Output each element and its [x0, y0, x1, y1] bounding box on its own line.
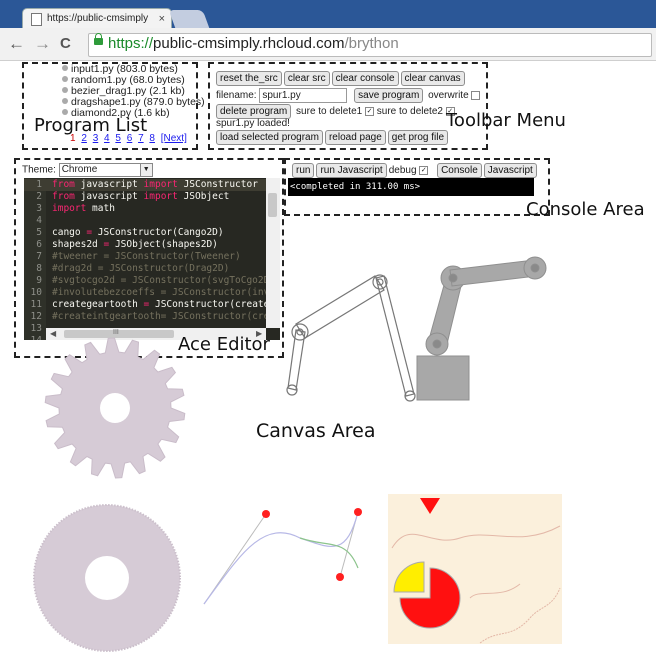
- sure-delete1-label: sure to delete1: [296, 106, 363, 117]
- linkage-outline: [286, 274, 416, 402]
- code-line[interactable]: 2 from javascript import JSObject: [24, 191, 280, 203]
- page-link[interactable]: 3: [93, 133, 99, 144]
- bullet-icon: [62, 98, 68, 104]
- code-line[interactable]: 4: [24, 215, 280, 227]
- tab-title: https://public-cmsimply: [47, 13, 149, 24]
- forward-icon[interactable]: →: [34, 33, 51, 55]
- dragshape-panel: [388, 494, 562, 644]
- toolbar-row-1: reset the_src clear src clear console clear…: [216, 71, 467, 86]
- toolbar-row-3: delete program sure to delete1 ✓ sure to…: [216, 104, 455, 119]
- line-number: 2: [36, 191, 42, 202]
- page-link[interactable]: 7: [138, 133, 144, 144]
- sure-delete1-checkbox[interactable]: ✓: [365, 106, 374, 116]
- pagination: 1 2 3 4 5 6 7 8 [Next]: [70, 133, 190, 144]
- url-host: public-cmsimply.rhcloud.com: [153, 35, 345, 52]
- toolbar-row-2: filename: spur1.py save program overwrit…: [216, 88, 481, 104]
- code-line[interactable]: 1 from javascript import JSConstructor: [24, 179, 280, 191]
- code-text: cango = JSConstructor(Cango2D): [52, 227, 224, 238]
- control-point[interactable]: [262, 510, 270, 518]
- page-link[interactable]: 6: [127, 133, 133, 144]
- console-button[interactable]: Console: [437, 163, 482, 178]
- debug-checkbox[interactable]: ✓: [419, 165, 429, 175]
- page-link[interactable]: 2: [81, 133, 87, 144]
- control-point[interactable]: [354, 508, 362, 516]
- editor-vertical-scroll-thumb[interactable]: [268, 193, 277, 217]
- line-number: 3: [36, 203, 42, 214]
- overwrite-label: overwrite: [428, 90, 469, 102]
- debug-label: debug: [388, 165, 417, 176]
- run-javascript-button[interactable]: run Javascript: [316, 163, 387, 178]
- code-text: from javascript import JSObject: [52, 191, 230, 202]
- canvas-area[interactable]: [0, 248, 656, 661]
- next-page-link[interactable]: [Next]: [161, 133, 187, 144]
- line-number: 4: [36, 215, 42, 226]
- reload-page-button[interactable]: reload page: [324, 130, 386, 145]
- get-prog-file-button[interactable]: get prog file: [387, 130, 449, 145]
- reset-src-button[interactable]: reset the_src: [216, 71, 282, 86]
- browser-tab[interactable]: https://public-cmsimply ×: [22, 8, 172, 29]
- load-status-text: spur1.py loaded!: [216, 118, 290, 129]
- code-line[interactable]: 3 import math: [24, 203, 280, 215]
- line-number: 1: [36, 179, 42, 190]
- canvas-area-label: Canvas Area: [256, 420, 376, 442]
- code-text: import math: [52, 203, 115, 214]
- javascript-button[interactable]: Javascript: [483, 163, 537, 178]
- bullet-icon: [62, 87, 68, 93]
- delete-program-button[interactable]: delete program: [216, 104, 292, 119]
- run-button[interactable]: run: [292, 163, 315, 178]
- theme-selector: Theme: Chrome ▼: [22, 163, 153, 177]
- filename-input[interactable]: spur1.py: [259, 88, 348, 103]
- load-selected-button[interactable]: load selected program: [216, 130, 323, 145]
- overwrite-checkbox[interactable]: [471, 91, 481, 100]
- clear-src-button[interactable]: clear src: [283, 71, 330, 86]
- gear-hole: [100, 393, 130, 423]
- page-link[interactable]: 5: [115, 133, 121, 144]
- theme-label: Theme:: [22, 164, 56, 176]
- url-scheme: https://: [108, 35, 154, 52]
- code-line[interactable]: 5 cango = JSConstructor(Cango2D): [24, 227, 280, 239]
- console-area-label: Console Area: [526, 199, 645, 220]
- url-text[interactable]: https://public-cmsimply.rhcloud.com/bryt…: [108, 34, 399, 54]
- bezier-drag: [203, 508, 362, 605]
- console-controls: run run Javascript debug ✓ Console Javascri…: [292, 163, 539, 178]
- sure-delete2-label: sure to delete2: [376, 106, 443, 117]
- tab-close-icon[interactable]: ×: [159, 9, 165, 29]
- page-icon: [31, 13, 42, 26]
- console-output: <completed in 311.00 ms>: [288, 178, 534, 196]
- save-program-button[interactable]: save program: [354, 88, 424, 104]
- program-file-list: input1.py (803.0 bytes) random1.py (68.0…: [62, 64, 205, 119]
- reload-icon[interactable]: C: [60, 33, 71, 55]
- line-number: 5: [36, 227, 42, 238]
- bullet-icon: [62, 65, 68, 71]
- url-path: /brython: [344, 35, 399, 52]
- robot-arm: [416, 256, 547, 401]
- bullet-icon: [62, 76, 68, 82]
- gear-hole: [85, 556, 129, 600]
- back-icon[interactable]: ←: [8, 33, 25, 55]
- page-link[interactable]: 4: [104, 133, 110, 144]
- theme-select[interactable]: Chrome ▼: [58, 163, 153, 177]
- chevron-down-icon: ▼: [139, 164, 152, 176]
- clear-canvas-button[interactable]: clear canvas: [400, 71, 465, 86]
- lock-icon: [94, 33, 103, 45]
- filename-label: filename:: [216, 90, 257, 102]
- theme-select-value: Chrome: [61, 164, 98, 175]
- code-text: from javascript import JSConstructor: [52, 179, 258, 190]
- page-link[interactable]: 8: [149, 133, 155, 144]
- control-point[interactable]: [336, 573, 344, 581]
- new-tab-button[interactable]: [168, 10, 210, 28]
- toolbar-row-4: load selected program reload page get prog…: [216, 130, 450, 145]
- page-link-current[interactable]: 1: [70, 133, 76, 144]
- toolbar-menu-label: Toolbar Menu: [446, 110, 566, 131]
- clear-console-button[interactable]: clear console: [331, 71, 399, 86]
